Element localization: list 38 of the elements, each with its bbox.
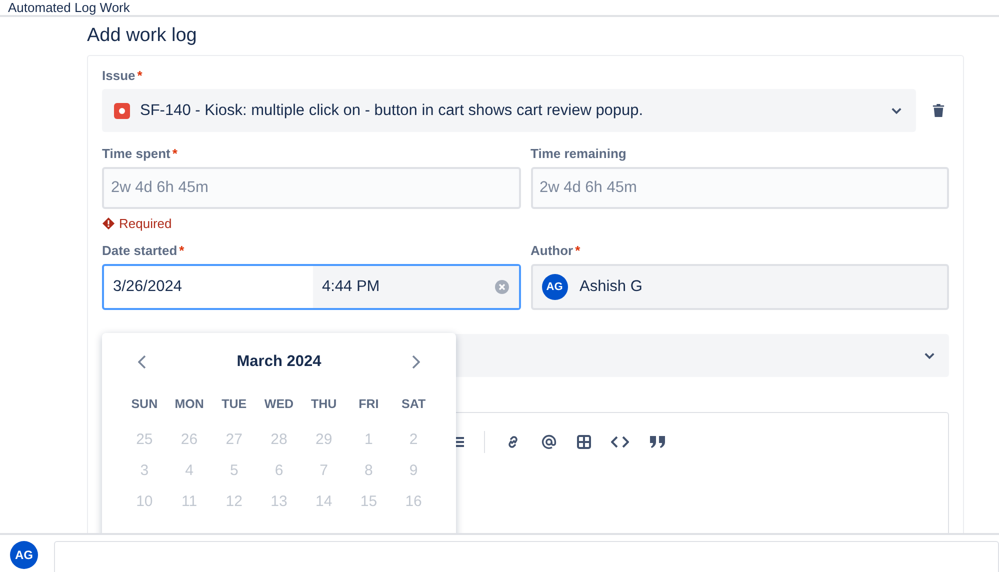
next-month-icon[interactable] — [412, 355, 420, 369]
delete-icon[interactable] — [932, 103, 945, 118]
page-title: Automated Log Work — [7, 0, 131, 15]
comment-field[interactable] — [54, 541, 999, 572]
weekday-label: THU — [310, 397, 338, 411]
field-label: Date started — [102, 243, 178, 258]
required-mark: * — [575, 243, 580, 258]
time-remaining-field[interactable]: 2w 4d 6h 45m — [530, 167, 949, 209]
field-label: Author — [530, 243, 574, 258]
month-title: March 2024 — [236, 353, 322, 371]
table-icon[interactable] — [577, 435, 591, 449]
time-spent-field[interactable]: 2w 4d 6h 45m — [102, 167, 520, 209]
chevron-down-icon — [891, 106, 902, 114]
required-mark: * — [137, 68, 142, 83]
mention-icon[interactable] — [541, 434, 557, 450]
weekday-label: SUN — [130, 397, 159, 411]
avatar-initials: AG — [542, 274, 568, 300]
author-select[interactable]: AG Ashish G — [530, 264, 949, 310]
previous-month-icon[interactable] — [138, 355, 146, 369]
field-label: Issue — [102, 68, 136, 83]
field-label: Time remaining — [530, 146, 626, 161]
required-mark: * — [172, 146, 178, 161]
required-mark: * — [179, 243, 184, 258]
weekday-label: FRI — [358, 397, 380, 411]
weekday-label: MON — [174, 397, 205, 411]
weekday-label: SAT — [400, 397, 427, 411]
issue-select[interactable]: SF-140 - Kiosk: multiple click on - button in cart shows cart review popup. — [102, 89, 916, 132]
quote-icon[interactable] — [649, 435, 667, 449]
code-icon[interactable] — [611, 436, 629, 448]
weekday-label: TUE — [220, 397, 248, 411]
error-message: Required — [119, 216, 172, 231]
bug-icon — [114, 102, 130, 118]
chevron-down-icon — [924, 352, 935, 360]
user-avatar: AG — [10, 541, 38, 569]
weekday-label: WED — [263, 397, 295, 411]
error-icon — [102, 217, 115, 230]
field-label: Time spent — [102, 146, 170, 161]
dialog-heading: Add work log — [87, 25, 198, 47]
